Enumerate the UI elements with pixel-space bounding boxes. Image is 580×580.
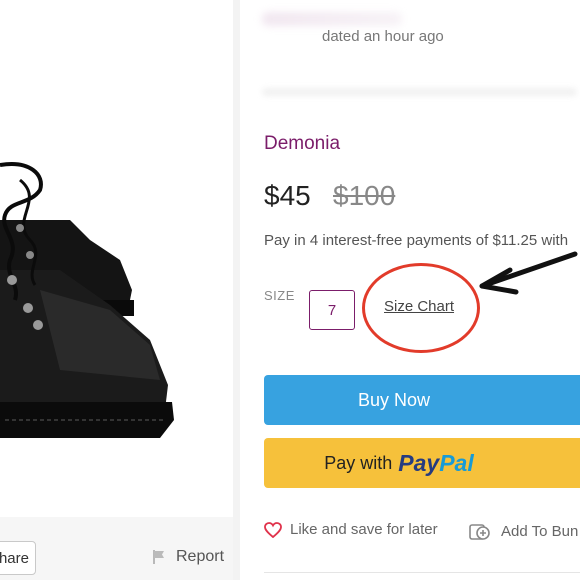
boots-image (0, 162, 174, 438)
pay-with-label: Pay with (324, 452, 393, 473)
size-label: SIZE (264, 288, 295, 303)
share-label: hare (0, 549, 29, 567)
like-button[interactable]: Like and save for later (264, 521, 438, 538)
heart-icon (264, 521, 282, 538)
paypal-pal: Pal (439, 449, 474, 476)
paypal-button[interactable]: Pay with PayPal (264, 438, 580, 488)
bundle-add-icon (469, 524, 490, 540)
flag-icon (153, 550, 164, 564)
original-price: $100 (333, 180, 396, 211)
size-option[interactable]: 7 (309, 290, 355, 330)
product-image-panel (0, 0, 233, 580)
redacted-title (262, 12, 402, 26)
bottom-divider (264, 572, 580, 573)
share-button[interactable]: hare (0, 541, 36, 575)
installments-text: Pay in 4 interest-free payments of $11.2… (264, 232, 569, 249)
brand-link[interactable]: Demonia (264, 133, 340, 155)
price: $45 (264, 180, 311, 211)
arrow-icon (479, 251, 578, 295)
like-label: Like and save for later (290, 521, 438, 538)
report-label: Report (176, 548, 225, 565)
bundle-label: Add To Bun (501, 522, 579, 540)
panel-divider (233, 0, 240, 580)
buy-now-label: Buy Now (357, 389, 431, 410)
report-link[interactable]: Report (152, 548, 224, 566)
buy-now-button[interactable]: Buy Now (264, 375, 580, 425)
updated-text: dated an hour ago (322, 28, 444, 45)
annotation-circle (362, 263, 480, 353)
paypal-logo: PayPal (398, 450, 473, 477)
paypal-pay: Pay (398, 449, 440, 476)
redacted-line (262, 88, 577, 96)
add-to-bundle-button[interactable]: Add To Bun (469, 521, 578, 541)
